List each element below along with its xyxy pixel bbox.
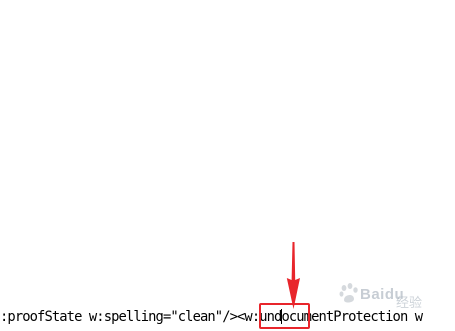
down-arrow-icon xyxy=(286,242,300,309)
